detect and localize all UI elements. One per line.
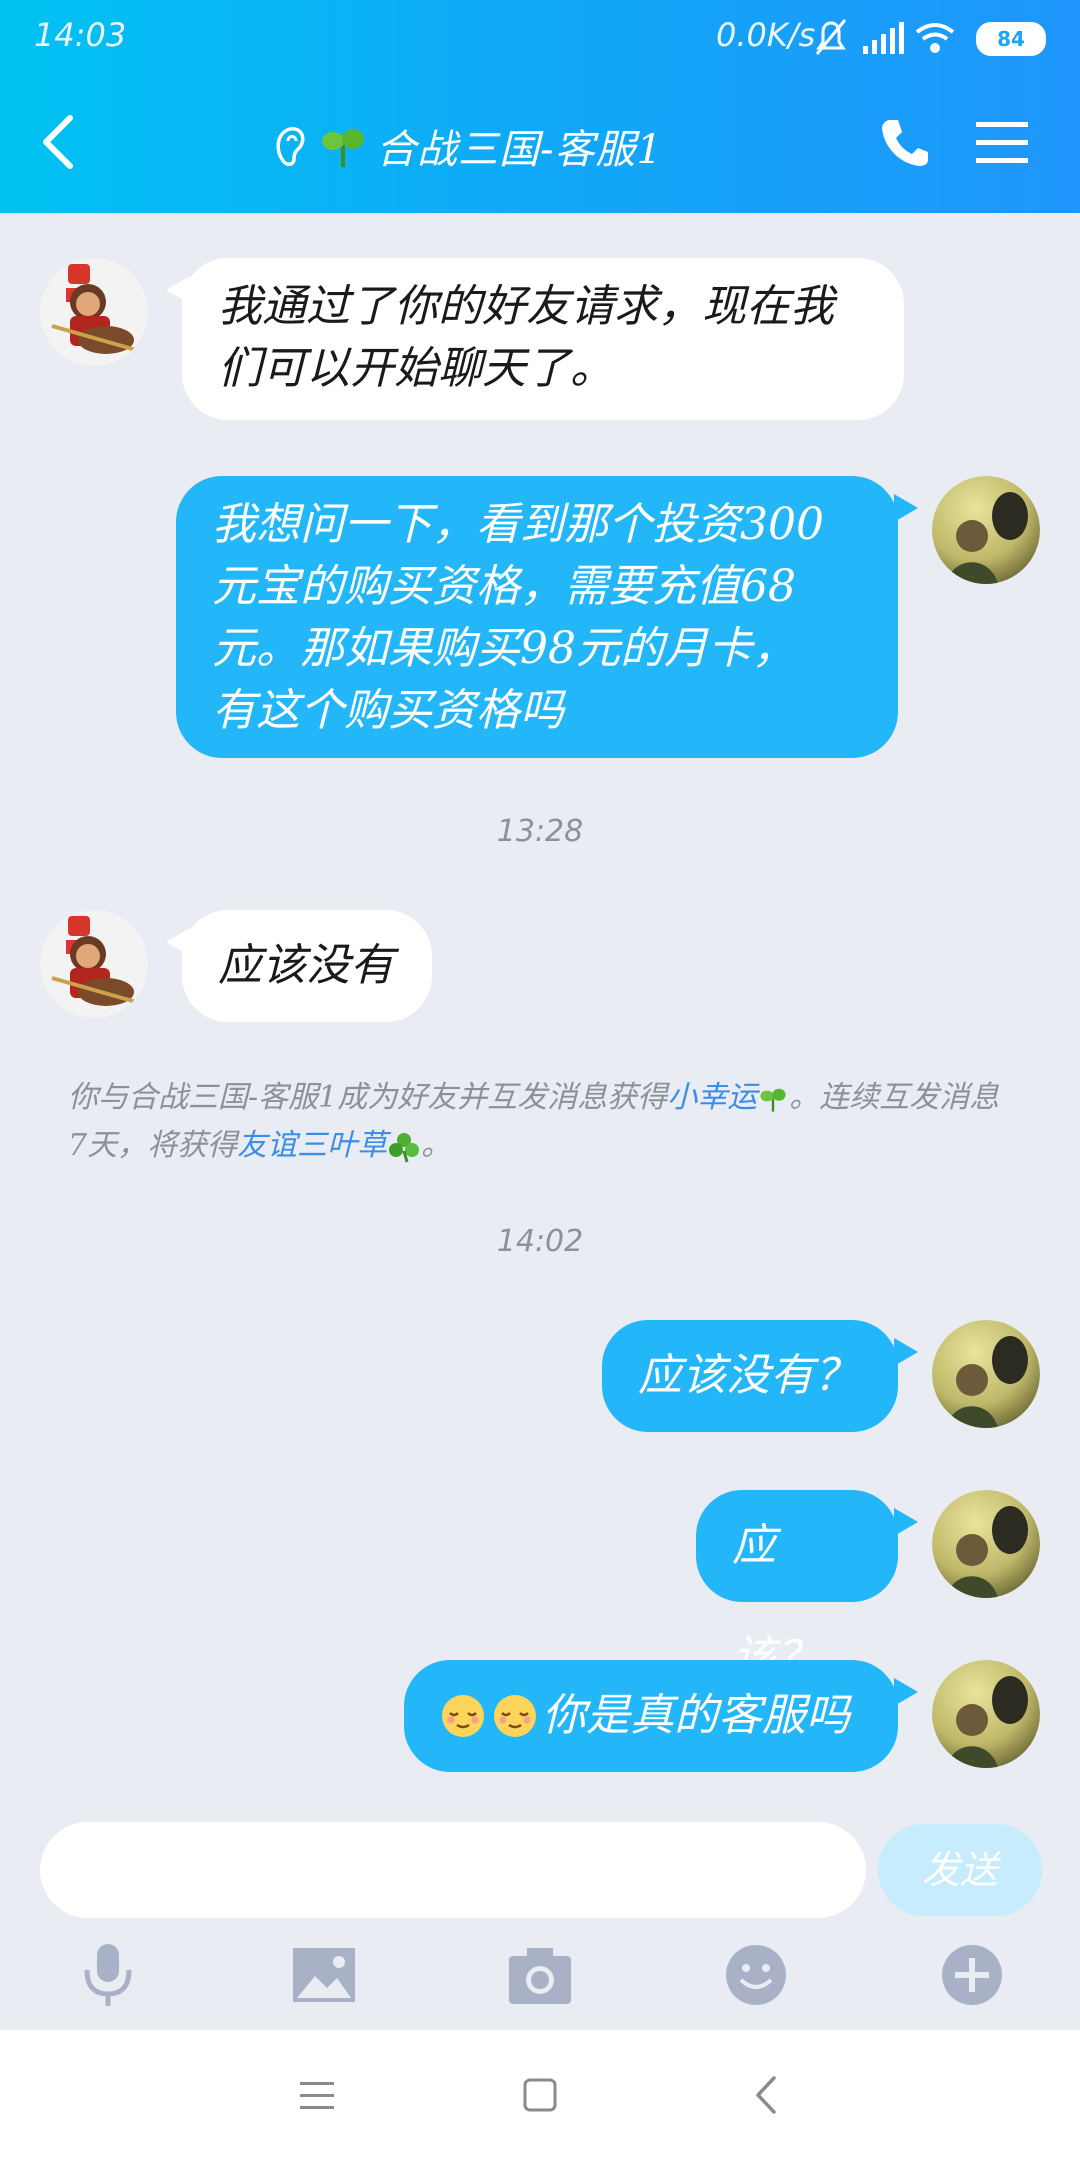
message-text: 应该没有 (218, 940, 394, 991)
clover-link[interactable]: 友谊三叶草 (237, 1128, 387, 1163)
user-avatar[interactable] (932, 476, 1040, 584)
system-nav-bar (0, 2030, 1080, 2160)
emoji-icon[interactable] (721, 1940, 791, 2010)
camera-icon[interactable] (505, 1940, 575, 2010)
microphone-icon[interactable] (73, 1940, 143, 2010)
recent-apps-icon[interactable] (292, 2070, 342, 2120)
message-bubble-outgoing[interactable]: 你是真的客服吗 (404, 1660, 898, 1772)
sprout-icon (322, 129, 364, 167)
message-bubble-outgoing[interactable]: 应该？ (696, 1490, 898, 1683)
message-bubble-outgoing[interactable]: 我想问一下，看到那个投资300 元宝的购买资格，需要充值68 元。那如果购买98… (176, 476, 898, 758)
relieved-face-icon (442, 1695, 484, 1737)
message-text: 我想问一下，看到那个投资300 (212, 499, 824, 550)
system-notice: 你与合战三国-客服1成为好友并互发消息获得小幸运 。连续互发消息7天，将获得友谊三… (68, 1074, 1018, 1170)
ear-icon (276, 127, 305, 166)
image-icon[interactable] (289, 1940, 359, 2010)
contact-name: 合战三国-客服1 (376, 127, 663, 173)
home-icon[interactable] (515, 2070, 565, 2120)
message-text: 有这个购买资格吗 (212, 685, 564, 736)
message-bubble-outgoing[interactable]: 应该没有？ (602, 1320, 898, 1432)
status-time: 14:03 (34, 16, 127, 54)
lucky-link[interactable]: 小幸运 (667, 1080, 757, 1115)
system-text: 你与合战三国-客服1成为好友并互发消息获得 (68, 1080, 668, 1115)
relieved-face-icon (494, 1695, 536, 1737)
user-avatar[interactable] (932, 1490, 1040, 1598)
network-speed: 0.0K/s (716, 16, 816, 54)
message-text: 元。那如果购买98元的月卡， (212, 623, 796, 674)
timestamp: 14:02 (496, 1224, 584, 1259)
signal-icon (863, 22, 904, 54)
chat-title: 合战三国-客服1 (270, 118, 663, 174)
message-bubble-incoming[interactable]: 应该没有 (182, 910, 432, 1022)
message-bubble-incoming[interactable]: 我通过了你的好友请求，现在我 们可以开始聊天了。 (182, 258, 904, 420)
timestamp: 13:28 (496, 814, 584, 849)
message-text: 我通过了你的好友请求，现在我 (218, 281, 834, 332)
system-text: 。 (421, 1128, 452, 1163)
mute-bell-icon (815, 19, 847, 55)
clover-icon (389, 1133, 420, 1163)
back-nav-icon[interactable] (742, 2070, 792, 2120)
message-input[interactable] (40, 1822, 866, 1918)
contact-avatar[interactable] (40, 910, 148, 1018)
user-avatar[interactable] (932, 1660, 1040, 1768)
contact-avatar[interactable] (40, 258, 148, 366)
phone-icon[interactable] (878, 116, 932, 170)
menu-icon[interactable] (976, 120, 1028, 166)
back-button[interactable] (36, 112, 80, 172)
message-text: 元宝的购买资格，需要充值68 (212, 561, 796, 612)
send-button[interactable]: 发送 (878, 1824, 1042, 1916)
message-text: 们可以开始聊天了。 (218, 343, 614, 394)
wifi-icon (915, 23, 955, 53)
sprout-icon (760, 1088, 786, 1112)
message-text: 应该？ (732, 1520, 820, 1683)
plus-icon[interactable] (937, 1940, 1007, 2010)
message-text: 你是真的客服吗 (542, 1690, 850, 1741)
header-bar: 14:03 0.0K/s 84 合战三国-客服1 (0, 0, 1080, 213)
chat-toolbar (0, 1940, 1080, 2030)
message-text: 应该没有？ (638, 1350, 858, 1401)
battery-indicator: 84 (976, 22, 1046, 56)
user-avatar[interactable] (932, 1320, 1040, 1428)
